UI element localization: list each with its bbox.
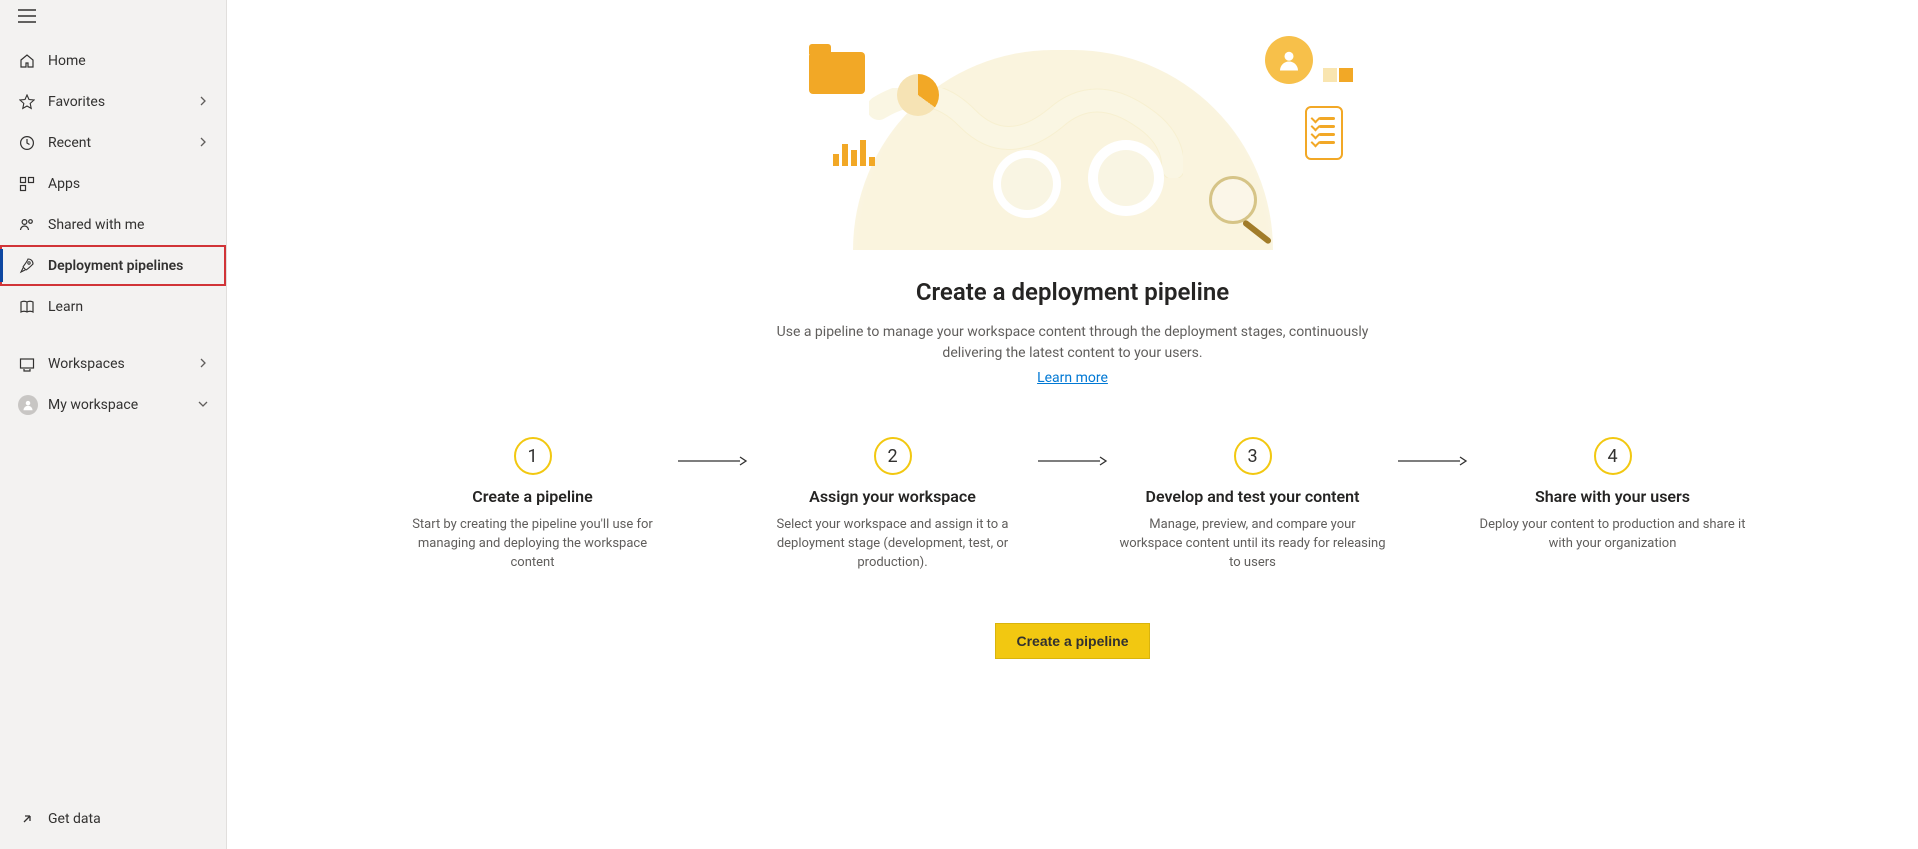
sidebar-item-my-workspace[interactable]: My workspace xyxy=(0,384,226,425)
sidebar-item-favorites[interactable]: Favorites xyxy=(0,81,226,122)
apps-icon xyxy=(18,176,36,192)
step-1: 1 Create a pipeline Start by creating th… xyxy=(388,437,678,573)
workspaces-icon xyxy=(18,356,36,372)
sidebar-item-label: Workspaces xyxy=(48,356,198,372)
page-description: Use a pipeline to manage your workspace … xyxy=(753,322,1393,389)
step-title: Develop and test your content xyxy=(1118,487,1388,506)
chevron-right-icon xyxy=(198,356,214,372)
arrow-right-icon xyxy=(1038,455,1108,471)
sidebar-item-learn[interactable]: Learn xyxy=(0,286,226,327)
step-number-badge: 4 xyxy=(1594,437,1632,475)
star-icon xyxy=(18,94,36,110)
main-content: Create a deployment pipeline Use a pipel… xyxy=(227,0,1918,849)
book-icon xyxy=(18,299,36,315)
step-description: Select your workspace and assign it to a… xyxy=(758,516,1028,573)
step-description: Start by creating the pipeline you'll us… xyxy=(398,516,668,573)
sidebar-item-home[interactable]: Home xyxy=(0,40,226,81)
chevron-down-icon xyxy=(198,397,214,413)
hamburger-button[interactable] xyxy=(0,0,226,36)
hero-illustration xyxy=(793,40,1353,250)
clock-icon xyxy=(18,135,36,151)
steps-row: 1 Create a pipeline Start by creating th… xyxy=(227,437,1918,573)
sidebar-item-label: Get data xyxy=(48,811,214,827)
step-number-badge: 3 xyxy=(1234,437,1272,475)
sidebar-item-deployment-pipelines[interactable]: Deployment pipelines xyxy=(0,245,226,286)
sidebar-item-apps[interactable]: Apps xyxy=(0,163,226,204)
step-3: 3 Develop and test your content Manage, … xyxy=(1108,437,1398,573)
chevron-right-icon xyxy=(198,135,214,151)
step-description: Manage, preview, and compare your worksp… xyxy=(1118,516,1388,573)
avatar-icon xyxy=(18,395,38,415)
sidebar-item-label: Recent xyxy=(48,135,198,151)
sidebar-item-workspaces[interactable]: Workspaces xyxy=(0,343,226,384)
chevron-right-icon xyxy=(198,94,214,110)
people-icon xyxy=(18,217,36,233)
sidebar-item-label: Home xyxy=(48,53,214,69)
sidebar-item-shared[interactable]: Shared with me xyxy=(0,204,226,245)
sidebar-item-get-data[interactable]: Get data xyxy=(0,798,226,839)
home-icon xyxy=(18,53,36,69)
step-number-badge: 1 xyxy=(514,437,552,475)
step-4: 4 Share with your users Deploy your cont… xyxy=(1468,437,1758,554)
sidebar-item-recent[interactable]: Recent xyxy=(0,122,226,163)
sidebar-item-label: Learn xyxy=(48,299,214,315)
sidebar: Home Favorites Recent Apps xyxy=(0,0,227,849)
step-title: Create a pipeline xyxy=(398,487,668,506)
step-title: Assign your workspace xyxy=(758,487,1028,506)
page-description-text: Use a pipeline to manage your workspace … xyxy=(777,324,1369,361)
step-number-badge: 2 xyxy=(874,437,912,475)
sidebar-item-label: Apps xyxy=(48,176,214,192)
hamburger-icon xyxy=(18,9,36,27)
arrow-right-icon xyxy=(678,455,748,471)
step-title: Share with your users xyxy=(1478,487,1748,506)
page-title: Create a deployment pipeline xyxy=(916,278,1229,306)
learn-more-link[interactable]: Learn more xyxy=(753,368,1393,389)
sidebar-item-label: My workspace xyxy=(48,397,198,413)
step-description: Deploy your content to production and sh… xyxy=(1478,516,1748,554)
arrow-right-icon xyxy=(1398,455,1468,471)
sidebar-item-label: Deployment pipelines xyxy=(48,258,214,274)
create-pipeline-button[interactable]: Create a pipeline xyxy=(995,623,1149,659)
sidebar-item-label: Favorites xyxy=(48,94,198,110)
arrow-out-icon xyxy=(18,811,36,827)
sidebar-item-label: Shared with me xyxy=(48,217,214,233)
cta-row: Create a pipeline xyxy=(995,623,1149,659)
rocket-icon xyxy=(18,258,36,274)
step-2: 2 Assign your workspace Select your work… xyxy=(748,437,1038,573)
